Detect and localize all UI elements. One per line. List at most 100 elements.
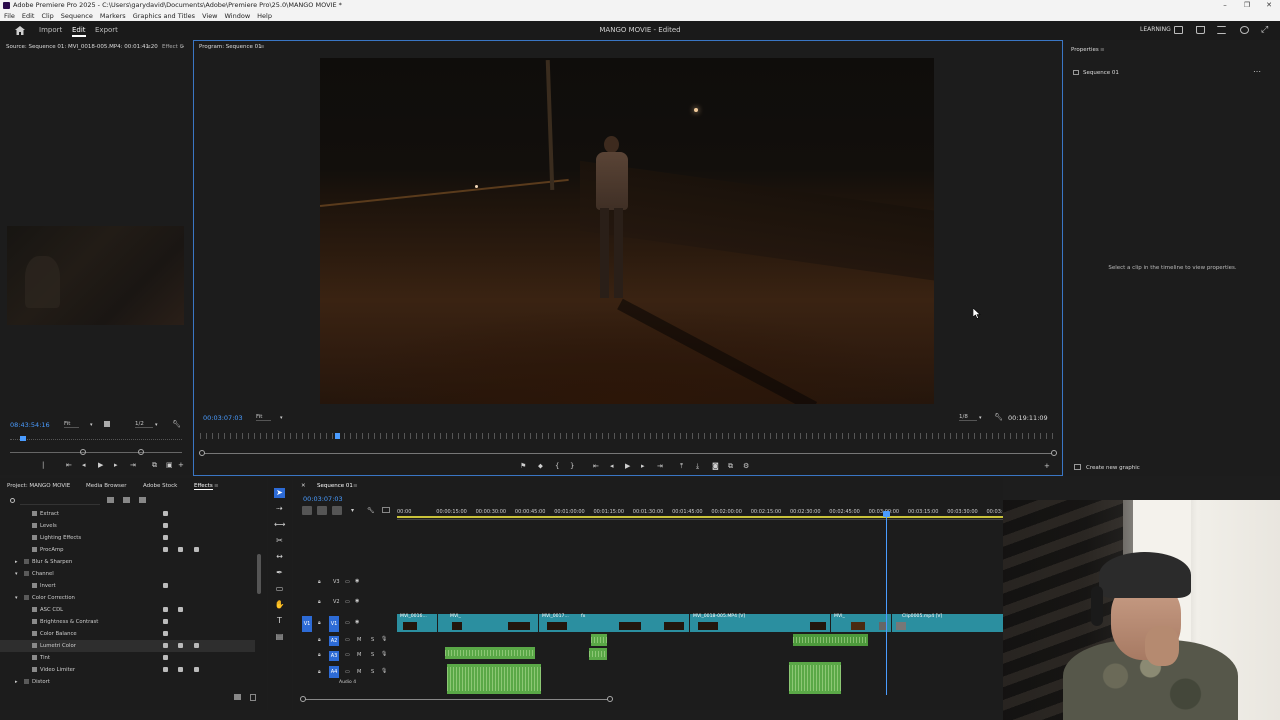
wrench-icon[interactable]: 🔧︎ xyxy=(994,413,1003,421)
trash-icon[interactable] xyxy=(250,694,256,701)
effects-item[interactable]: Invert xyxy=(0,580,255,592)
step-forward-icon[interactable]: ▸ xyxy=(641,462,645,470)
source-tab[interactable]: Source: Sequence 01: MVI_0018-005.MP4: 0… xyxy=(6,44,158,50)
step-back-icon[interactable]: ◂ xyxy=(610,462,614,470)
tab-project[interactable]: Project: MANGO MOVIE xyxy=(7,483,70,489)
new-graphic-icon[interactable] xyxy=(1074,464,1081,470)
microphone-icon[interactable]: 🎙︎ xyxy=(381,651,387,657)
rectangle-tool-icon[interactable]: ▭ xyxy=(274,584,285,594)
go-to-in-icon[interactable]: ⇤ xyxy=(66,461,72,469)
overwrite-icon[interactable]: ▣ xyxy=(166,461,173,469)
menu-icon[interactable] xyxy=(1217,26,1226,34)
timeline-menu-icon[interactable]: ≡ xyxy=(353,483,358,489)
accelerated-effects-icon[interactable] xyxy=(107,497,114,503)
timeline-settings-icon[interactable]: 🔧︎ xyxy=(367,507,375,514)
workspaces-icon[interactable] xyxy=(1174,26,1183,34)
timeline-sequence-tab[interactable]: Sequence 01 xyxy=(317,483,353,489)
effects-item[interactable]: Brightness & Contrast xyxy=(0,616,255,628)
restore-icon[interactable]: ❐ xyxy=(1236,0,1258,11)
add-marker-icon[interactable]: ▾ xyxy=(351,507,354,514)
effects-item[interactable]: Lumetri Color xyxy=(0,640,255,652)
mute-button[interactable]: M xyxy=(357,652,361,658)
solo-button[interactable]: S xyxy=(371,637,374,643)
play-icon[interactable]: ▶ xyxy=(98,461,103,469)
search-icon[interactable] xyxy=(10,498,15,503)
go-to-in-icon[interactable]: ⇤ xyxy=(593,462,599,470)
menu-sequence[interactable]: Sequence xyxy=(61,11,93,21)
sync-lock-icon[interactable]: ▭ xyxy=(345,637,350,643)
razor-tool-icon[interactable]: ✂ xyxy=(274,536,285,546)
source-ruler[interactable] xyxy=(10,435,182,440)
solo-button[interactable]: S xyxy=(371,652,374,658)
mute-button[interactable]: M xyxy=(357,669,361,675)
effects-folder[interactable]: ▾ Color Correction xyxy=(0,592,255,604)
close-icon[interactable]: ✕ xyxy=(1258,0,1280,11)
go-to-out-icon[interactable]: ⇥ xyxy=(657,462,663,470)
effects-search-input[interactable] xyxy=(20,496,100,505)
nest-toggle-icon[interactable] xyxy=(302,506,312,515)
mark-out-icon[interactable]: } xyxy=(570,462,574,470)
effects-menu-icon[interactable]: ≡ xyxy=(214,483,219,489)
export-frame-icon[interactable]: ◙ xyxy=(712,462,719,470)
source-timecode[interactable]: 08:43:54:16 xyxy=(10,421,50,429)
scroll-handle-right[interactable] xyxy=(607,696,613,702)
lock-icon[interactable]: 🔒︎ xyxy=(318,669,321,675)
zoom-handle-left[interactable] xyxy=(80,449,86,455)
more-options-icon[interactable]: ⋯ xyxy=(1253,67,1261,76)
zoom-handle-right[interactable] xyxy=(1051,450,1057,456)
microphone-icon[interactable]: 🎙︎ xyxy=(381,668,387,674)
menu-markers[interactable]: Markers xyxy=(100,11,126,21)
source-resolution-select[interactable]: 1/2 xyxy=(135,421,153,428)
zoom-handle-right[interactable] xyxy=(138,449,144,455)
ripple-edit-tool-icon[interactable]: ⟷ xyxy=(274,520,285,530)
effects-item[interactable]: Color Balance xyxy=(0,628,255,640)
fullscreen-icon[interactable]: ⤢ xyxy=(1261,25,1268,35)
mark-in-icon[interactable]: | xyxy=(42,461,44,469)
playhead-handle[interactable] xyxy=(883,511,890,517)
mute-button[interactable]: M xyxy=(357,637,361,643)
program-zoom-bar[interactable] xyxy=(202,453,1054,454)
program-ruler[interactable] xyxy=(200,433,1056,439)
menu-help[interactable]: Help xyxy=(257,11,272,21)
track-a3-label[interactable]: A3 xyxy=(329,651,339,661)
properties-tab[interactable]: Properties xyxy=(1071,47,1099,53)
video-clip[interactable]: MVI_ xyxy=(438,614,538,632)
effects-item[interactable]: Extract xyxy=(0,508,255,520)
chevron-icon[interactable]: ▸ xyxy=(15,556,18,568)
tab-media-browser[interactable]: Media Browser xyxy=(86,483,127,489)
hand-tool-icon[interactable]: ✋ xyxy=(274,600,285,610)
effects-item[interactable]: Tint xyxy=(0,652,255,664)
source-zoom-bar[interactable] xyxy=(10,452,182,453)
new-bin-icon[interactable] xyxy=(234,694,241,700)
eye-icon[interactable]: ◉ xyxy=(355,578,359,584)
track-select-tool-icon[interactable]: ⇢ xyxy=(274,504,285,514)
wrench-icon[interactable]: 🔧︎ xyxy=(172,420,181,428)
lock-icon[interactable]: 🔒︎ xyxy=(318,599,321,605)
safe-margins-icon[interactable] xyxy=(104,421,110,427)
video-clip[interactable]: MVI_0017... fx xyxy=(539,614,689,632)
zoom-handle-left[interactable] xyxy=(199,450,205,456)
program-resolution-select[interactable]: 1/8 xyxy=(959,414,977,421)
mark-in-icon[interactable]: { xyxy=(555,462,559,470)
tab-adobe-stock[interactable]: Adobe Stock xyxy=(143,483,177,489)
sync-lock-icon[interactable]: ▭ xyxy=(345,579,350,585)
timeline-playhead[interactable] xyxy=(886,511,887,695)
audio-clip[interactable] xyxy=(445,647,535,659)
source-fit-select[interactable]: Fit xyxy=(64,421,80,428)
lock-icon[interactable]: 🔒︎ xyxy=(318,637,321,643)
more-panels-icon[interactable]: » xyxy=(181,44,184,50)
track-a4-label[interactable]: A4 xyxy=(329,666,339,678)
program-video-frame[interactable] xyxy=(320,58,934,404)
lift-icon[interactable]: ⤒ xyxy=(680,462,683,470)
eye-icon[interactable]: ◉ xyxy=(355,619,359,625)
menu-file[interactable]: File xyxy=(4,11,15,21)
program-fit-select[interactable]: Fit xyxy=(256,414,272,421)
snap-icon[interactable] xyxy=(317,506,327,515)
effects-item[interactable]: Video Limiter xyxy=(0,664,255,676)
effects-item[interactable]: Lighting Effects xyxy=(0,532,255,544)
properties-menu-icon[interactable]: ≡ xyxy=(1100,47,1105,53)
microphone-icon[interactable]: 🎙︎ xyxy=(381,636,387,642)
caption-tool-icon[interactable]: ▤ xyxy=(274,632,285,642)
program-playhead[interactable] xyxy=(335,433,340,439)
audio-clip[interactable] xyxy=(591,634,607,646)
